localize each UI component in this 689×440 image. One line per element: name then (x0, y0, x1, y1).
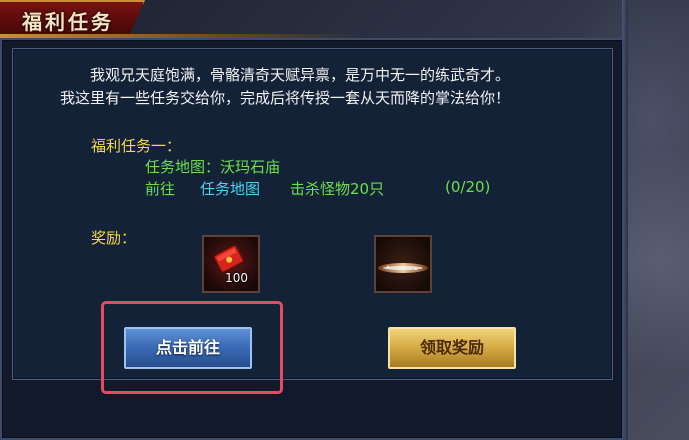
dialog-line-1: 我观兄天庭饱满，骨骼清奇天赋异禀，是万中无一的练武奇才。 (90, 66, 511, 84)
quest-progress: (0/20) (445, 178, 491, 196)
reward-slot-1[interactable]: 100 (202, 235, 260, 293)
dialog-line-2: 我这里有一些任务交给你，完成后将传授一套从天而降的掌法给你！ (60, 89, 511, 107)
reward-count: 100 (225, 271, 248, 285)
window-title: 福利任务 (22, 10, 114, 34)
reward-label: 奖励： (91, 229, 137, 247)
npc-dialog: 我观兄天庭饱满，骨骼清奇天赋异禀，是万中无一的练武奇才。 我这里有一些任务交给你… (60, 64, 600, 110)
quest-map: 任务地图：沃玛石庙 (145, 158, 281, 176)
quest-task: 击杀怪物20只 (290, 180, 385, 198)
highlight-frame (101, 301, 283, 394)
goto-link[interactable]: 前往 (145, 178, 175, 199)
map-link[interactable]: 任务地图 (200, 178, 260, 199)
quest-header: 福利任务一： (91, 137, 182, 155)
reward-slot-2[interactable] (374, 235, 432, 293)
glowing-item-icon (376, 237, 430, 291)
claim-reward-button[interactable]: 领取奖励 (388, 327, 516, 369)
